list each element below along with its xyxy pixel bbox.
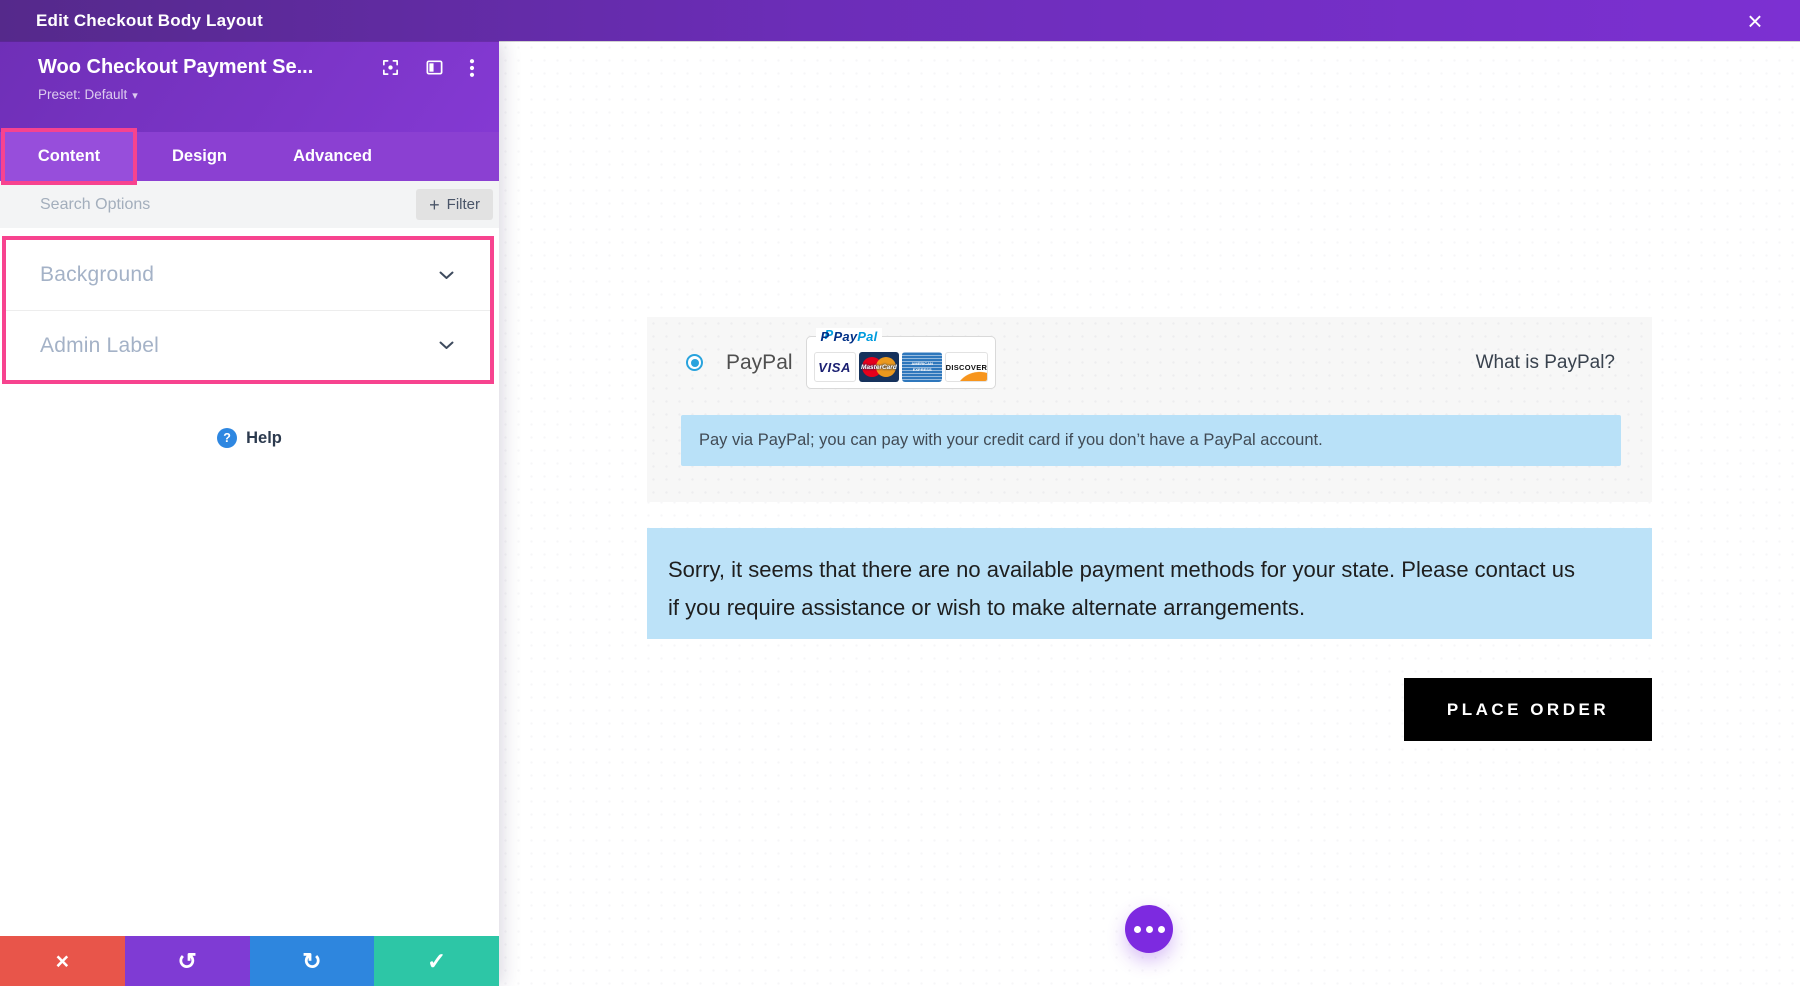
undo-button[interactable]: ↺: [125, 936, 250, 986]
notice-text: Sorry, it seems that there are no availa…: [668, 551, 1588, 627]
filter-button-label: Filter: [447, 196, 480, 213]
visa-card-logo: VISA: [814, 352, 856, 382]
close-button[interactable]: ×: [1732, 0, 1778, 41]
panel-footer: × ↺ ↻ ✓: [0, 936, 499, 986]
redo-icon: ↻: [302, 950, 321, 973]
paypal-radio[interactable]: [686, 354, 703, 371]
paypal-method-row: PayPal P P PayPal VISA: [686, 336, 1621, 389]
split-columns-icon[interactable]: [425, 58, 444, 77]
close-icon: ×: [1747, 8, 1762, 34]
discover-card-logo: DISCOVER: [945, 352, 987, 382]
paypal-wordmark: P P PayPal: [816, 328, 883, 344]
help-label: Help: [246, 429, 282, 448]
check-icon: ✓: [427, 950, 446, 973]
divi-builder-screen: Edit Checkout Body Layout × Woo Checkout…: [0, 0, 1800, 986]
settings-tabs: Content Design Advanced: [0, 132, 499, 181]
what-is-paypal-link[interactable]: What is PayPal?: [1470, 351, 1621, 375]
paypal-label: PayPal: [726, 351, 793, 375]
mastercard-card-logo: MasterCard: [859, 352, 899, 382]
panel-header: Woo Checkout Payment Se...: [0, 41, 499, 132]
card-logos-row: VISA MasterCard AMERICAN EXPRESS DISCOVE…: [814, 352, 988, 382]
chevron-down-icon: [439, 341, 454, 350]
no-payment-notice: Sorry, it seems that there are no availa…: [647, 528, 1652, 639]
undo-icon: ↺: [177, 950, 196, 973]
amex-card-logo: AMERICAN EXPRESS: [902, 352, 942, 382]
checkout-preview: PayPal P P PayPal VISA: [499, 41, 1800, 986]
options-group-highlighted: Background Admin Label: [2, 236, 494, 384]
paypal-description: Pay via PayPal; you can pay with your cr…: [699, 431, 1323, 450]
module-settings-panel: Woo Checkout Payment Se...: [0, 41, 499, 986]
x-icon: ×: [56, 950, 69, 973]
discard-button[interactable]: ×: [0, 936, 125, 986]
paypal-mark-icon: P P: [821, 328, 834, 344]
chevron-down-icon: [439, 271, 454, 280]
search-options-input[interactable]: [38, 195, 318, 215]
paypal-description-box: Pay via PayPal; you can pay with your cr…: [681, 415, 1621, 466]
module-settings-toggle[interactable]: [1125, 905, 1173, 953]
place-order-button[interactable]: PLACE ORDER: [1404, 678, 1652, 741]
ellipsis-icon: [1146, 926, 1153, 933]
payment-methods-box: PayPal P P PayPal VISA: [647, 317, 1652, 502]
paypal-cards-logo: P P PayPal VISA MasterCard: [806, 336, 996, 389]
caret-down-icon: ▾: [132, 90, 138, 102]
ellipsis-icon: [1134, 926, 1141, 933]
module-title: Woo Checkout Payment Se...: [38, 56, 371, 79]
preset-label: Preset: Default: [38, 87, 127, 102]
focus-frame-icon[interactable]: [381, 58, 400, 77]
help-link[interactable]: ? Help: [0, 425, 499, 451]
option-row-background[interactable]: Background: [6, 240, 490, 310]
kebab-menu-icon[interactable]: [469, 58, 475, 78]
tab-content[interactable]: Content: [5, 132, 133, 181]
tab-advanced[interactable]: Advanced: [266, 132, 399, 181]
ellipsis-icon: [1158, 926, 1165, 933]
option-label: Admin Label: [40, 334, 439, 358]
topbar: Edit Checkout Body Layout ×: [0, 0, 1800, 41]
save-button[interactable]: ✓: [374, 936, 499, 986]
preset-selector[interactable]: Preset: Default ▾: [38, 87, 138, 102]
header-icons: [381, 58, 475, 78]
modal-title: Edit Checkout Body Layout: [36, 11, 263, 31]
plus-icon: +: [429, 196, 440, 214]
redo-button[interactable]: ↻: [250, 936, 375, 986]
tab-design[interactable]: Design: [133, 132, 266, 181]
help-question-icon: ?: [217, 428, 237, 448]
option-row-admin-label[interactable]: Admin Label: [6, 310, 490, 380]
filter-button[interactable]: + Filter: [416, 189, 493, 220]
search-row: + Filter: [0, 181, 499, 228]
option-label: Background: [40, 263, 439, 287]
